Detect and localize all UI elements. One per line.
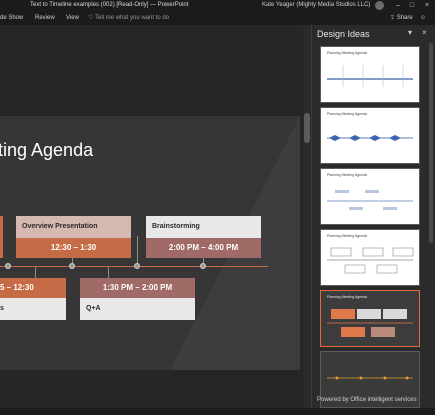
status-bar bbox=[0, 408, 435, 415]
card-preview bbox=[327, 247, 414, 274]
design-ideas-pane: Design Ideas ▾ × Planning Meeting Agenda… bbox=[311, 25, 435, 415]
design-idea-card[interactable]: Planning Meeting Agenda bbox=[320, 46, 420, 103]
pane-options-icon[interactable]: ▾ bbox=[408, 28, 412, 37]
tell-me-search[interactable]: Tell me what you want to do bbox=[95, 11, 169, 25]
slide-workspace: ting Agenda Overview Presentation 12:30 … bbox=[0, 25, 303, 415]
pane-title: Design Ideas bbox=[317, 29, 370, 39]
tab-review[interactable]: Review bbox=[35, 11, 55, 25]
pane-footer: Powered by Office intelligent services bbox=[317, 397, 417, 403]
connector-line bbox=[108, 266, 109, 278]
design-idea-card-selected[interactable]: Planning Meeting Agenda bbox=[320, 290, 420, 347]
window-title: Text to Timeline examples (002) [Read-On… bbox=[30, 2, 189, 8]
close-icon[interactable]: × bbox=[421, 0, 433, 11]
event-title: Brainstorming bbox=[146, 216, 261, 238]
event-box-partial[interactable] bbox=[0, 216, 3, 258]
timeline-marker bbox=[69, 263, 75, 269]
tab-view[interactable]: View bbox=[66, 11, 79, 25]
share-button[interactable]: ⇪ Share bbox=[390, 11, 413, 25]
slide-scrollbar-thumb[interactable] bbox=[304, 113, 310, 143]
timeline-marker bbox=[5, 263, 11, 269]
pane-close-icon[interactable]: × bbox=[422, 28, 427, 37]
event-box-qa[interactable]: 1:30 PM – 2:00 PM Q+A bbox=[80, 278, 195, 320]
lightbulb-icon: ♡ bbox=[88, 15, 94, 21]
event-title: Q+A bbox=[80, 298, 195, 320]
design-idea-card[interactable]: Planning Meeting Agenda bbox=[320, 229, 420, 286]
ribbon-tabs: de Show Review View ♡ Tell me what you w… bbox=[0, 11, 435, 25]
title-bar: Text to Timeline examples (002) [Read-On… bbox=[0, 0, 435, 11]
event-box-partial-bottom[interactable]: 5 – 12:30 s bbox=[0, 278, 66, 320]
event-time: 12:30 – 1:30 bbox=[16, 238, 131, 258]
slide-title[interactable]: ting Agenda bbox=[0, 140, 93, 161]
comments-icon[interactable]: ☺ bbox=[420, 11, 426, 25]
connector-line bbox=[137, 236, 138, 266]
card-preview bbox=[327, 190, 413, 210]
powerpoint-window: Text to Timeline examples (002) [Read-On… bbox=[0, 0, 435, 415]
event-time: 1:30 PM – 2:00 PM bbox=[80, 278, 195, 298]
share-icon: ⇪ bbox=[390, 15, 397, 21]
avatar[interactable] bbox=[375, 1, 384, 10]
event-box-brainstorming[interactable]: Brainstorming 2:00 PM – 4:00 PM bbox=[146, 216, 261, 258]
card-preview bbox=[327, 65, 413, 87]
slide-canvas[interactable]: ting Agenda Overview Presentation 12:30 … bbox=[0, 116, 300, 370]
user-name[interactable]: Kate Yeager (Mighty Media Studios LLC) bbox=[262, 0, 370, 11]
maximize-icon[interactable]: □ bbox=[406, 0, 418, 11]
timeline-marker bbox=[134, 263, 140, 269]
connector-line bbox=[35, 266, 36, 278]
event-title: Overview Presentation bbox=[16, 216, 131, 238]
tab-slide-show[interactable]: de Show bbox=[0, 11, 23, 25]
event-title: s bbox=[0, 298, 66, 320]
design-idea-card[interactable]: Planning Meeting Agenda bbox=[320, 107, 420, 164]
pane-scrollbar[interactable] bbox=[429, 43, 433, 243]
card-preview bbox=[327, 309, 413, 337]
event-time: 5 – 12:30 bbox=[0, 278, 66, 298]
card-preview bbox=[327, 135, 413, 141]
event-box-overview[interactable]: Overview Presentation 12:30 – 1:30 bbox=[16, 216, 131, 258]
design-idea-card[interactable]: Planning Meeting Agenda bbox=[320, 168, 420, 225]
event-time: 2:00 PM – 4:00 PM bbox=[146, 238, 261, 258]
minimize-icon[interactable]: – bbox=[392, 0, 404, 11]
timeline-marker bbox=[200, 263, 206, 269]
slide-scrollbar[interactable] bbox=[303, 25, 311, 415]
